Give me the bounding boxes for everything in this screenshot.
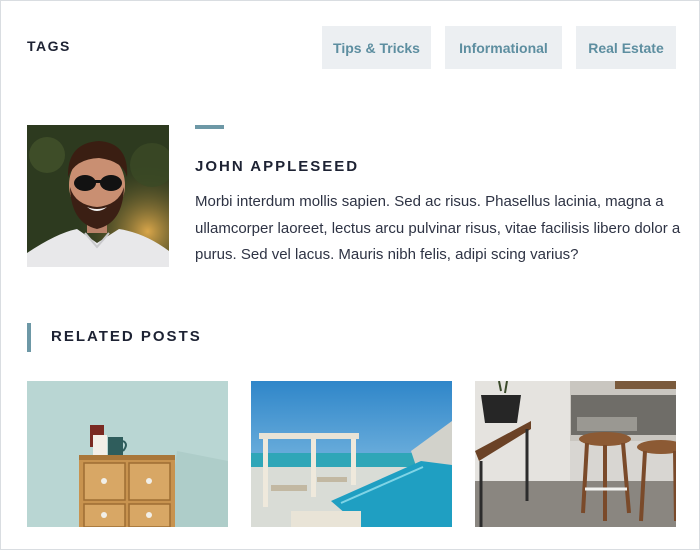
- related-posts-accent-bar: [27, 323, 31, 352]
- related-posts-heading: RELATED POSTS: [51, 328, 202, 345]
- related-post-thumbnail-3[interactable]: [475, 381, 676, 527]
- tag-tips-and-tricks[interactable]: Tips & Tricks: [322, 26, 431, 69]
- author-name[interactable]: JOHN APPLESEED: [195, 158, 359, 175]
- post-footer: TAGS Tips & Tricks Informational Real Es…: [0, 0, 700, 550]
- author-avatar: [27, 125, 169, 267]
- author-accent-bar: [195, 125, 224, 129]
- related-post-thumbnail-1[interactable]: [27, 381, 228, 527]
- author-bio: Morbi interdum mollis sapien. Sed ac ris…: [195, 193, 681, 263]
- related-post-thumbnail-2[interactable]: [251, 381, 452, 527]
- tag-informational[interactable]: Informational: [445, 26, 562, 69]
- tag-real-estate[interactable]: Real Estate: [576, 26, 676, 69]
- tags-heading: TAGS: [27, 38, 71, 54]
